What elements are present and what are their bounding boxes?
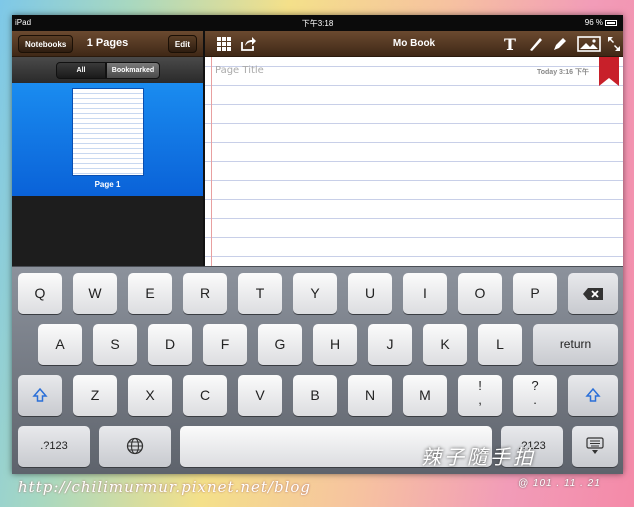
page-list-item[interactable]: Page 1	[12, 83, 203, 196]
key-y[interactable]: Y	[293, 273, 337, 314]
shift-icon	[32, 387, 48, 402]
sidebar-header: Notebooks 1 Pages Edit	[12, 31, 203, 57]
key-i[interactable]: I	[403, 273, 447, 314]
key-o[interactable]: O	[458, 273, 502, 314]
shift-key-left[interactable]	[18, 375, 62, 416]
key-c[interactable]: C	[183, 375, 227, 416]
key-top-char: ?	[531, 378, 539, 393]
key-w[interactable]: W	[73, 273, 117, 314]
page-date: Today 3:16 下午	[537, 69, 589, 76]
status-bar: iPad 下午3:18 96 %	[12, 15, 623, 31]
highlighter-icon[interactable]	[551, 35, 569, 53]
key-g[interactable]: G	[258, 324, 302, 365]
key-top-char: !	[478, 378, 482, 393]
backspace-icon	[583, 288, 603, 300]
key-bottom-char: ,	[478, 392, 482, 407]
key-f[interactable]: F	[203, 324, 247, 365]
hide-keyboard-key[interactable]	[572, 426, 618, 467]
main-toolbar: Mo Book T	[205, 31, 623, 57]
segment-bookmarked[interactable]: Bookmarked	[106, 62, 160, 79]
globe-key[interactable]	[99, 426, 171, 467]
battery-percent: 96 %	[584, 18, 603, 27]
globe-icon	[126, 437, 144, 455]
key-a[interactable]: A	[38, 324, 82, 365]
image-icon[interactable]	[577, 35, 601, 53]
key-q[interactable]: Q	[18, 273, 62, 314]
page-title-input[interactable]: Page Title	[215, 65, 264, 76]
margin-line	[211, 57, 212, 266]
segment-all[interactable]: All	[56, 62, 106, 79]
key-j[interactable]: J	[368, 324, 412, 365]
blog-url-watermark: http://chilimurmur.pixnet.net/blog	[18, 478, 312, 496]
sidebar-empty-area	[12, 196, 203, 266]
edit-button[interactable]: Edit	[167, 35, 197, 53]
numbers-key-left[interactable]: .?123	[18, 426, 90, 467]
key-s[interactable]: S	[93, 324, 137, 365]
key-u[interactable]: U	[348, 273, 392, 314]
key-bottom-char: .	[533, 392, 537, 407]
text-icon[interactable]: T	[501, 35, 519, 53]
key-x[interactable]: X	[128, 375, 172, 416]
page-thumbnail[interactable]	[72, 88, 144, 176]
pen-icon[interactable]	[526, 35, 544, 53]
key-t[interactable]: T	[238, 273, 282, 314]
key-d[interactable]: D	[148, 324, 192, 365]
signature-watermark: 辣子隨手拍	[421, 445, 536, 469]
key-m[interactable]: M	[403, 375, 447, 416]
signature-date: @ 101 . 11 . 21	[518, 478, 601, 489]
ipad-screen: iPad 下午3:18 96 % Notebooks 1 Pages Edit …	[12, 15, 623, 474]
return-key[interactable]: return	[533, 324, 618, 365]
key-e[interactable]: E	[128, 273, 172, 314]
key-n[interactable]: N	[348, 375, 392, 416]
shift-key-right[interactable]	[568, 375, 618, 416]
shift-icon	[585, 387, 601, 402]
key-p[interactable]: P	[513, 273, 557, 314]
battery-icon	[605, 19, 617, 26]
key-v[interactable]: V	[238, 375, 282, 416]
filter-bar: All Bookmarked	[12, 57, 203, 83]
backspace-key[interactable]	[568, 273, 618, 314]
key-k[interactable]: K	[423, 324, 467, 365]
key-exclaim-comma[interactable]: ! ,	[458, 375, 502, 416]
note-page[interactable]: Page Title Today 3:16 下午	[205, 57, 623, 266]
key-r[interactable]: R	[183, 273, 227, 314]
key-z[interactable]: Z	[73, 375, 117, 416]
svg-text:T: T	[504, 35, 516, 53]
fullscreen-icon[interactable]	[607, 35, 621, 53]
key-l[interactable]: L	[478, 324, 522, 365]
key-question-period[interactable]: ? .	[513, 375, 557, 416]
key-b[interactable]: B	[293, 375, 337, 416]
keyboard-dismiss-icon	[586, 437, 604, 454]
status-time: 下午3:18	[301, 19, 334, 28]
key-h[interactable]: H	[313, 324, 357, 365]
battery-indicator: 96 %	[585, 18, 617, 27]
page-thumbnail-label: Page 1	[94, 180, 121, 189]
bookmark-ribbon-icon[interactable]	[599, 57, 619, 86]
